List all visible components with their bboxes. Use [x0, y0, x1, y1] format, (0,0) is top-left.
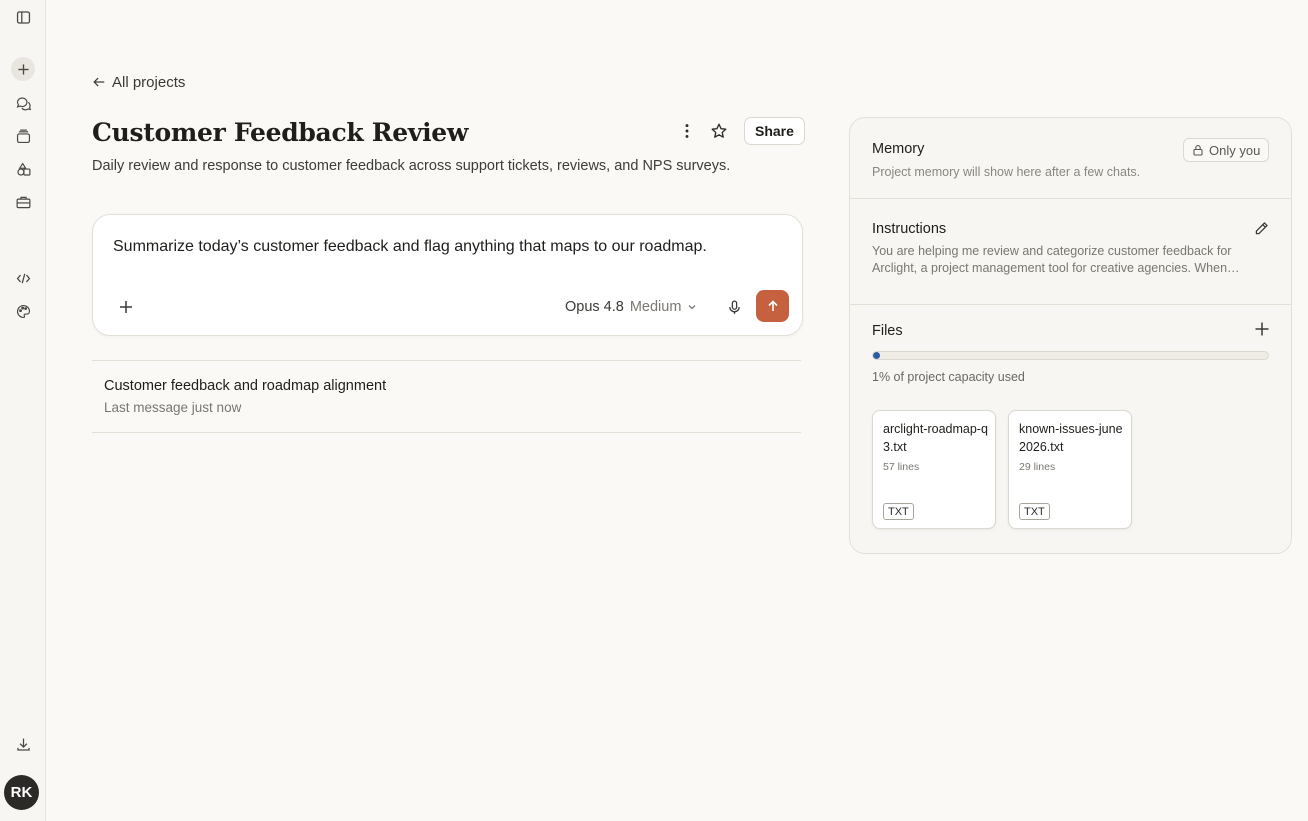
composer-input[interactable]: Summarize today’s customer feedback and …: [113, 238, 707, 256]
projects-icon[interactable]: [11, 124, 35, 148]
file-name: known-issues-june2026.txt: [1019, 422, 1123, 454]
chat-title: Customer feedback and roadmap alignment: [104, 378, 387, 394]
artifacts-icon[interactable]: [11, 157, 35, 181]
panel-toggle-icon[interactable]: [11, 5, 35, 29]
memory-title: Memory: [872, 141, 925, 157]
avatar[interactable]: RK: [4, 775, 39, 810]
toolbox-icon[interactable]: [11, 190, 35, 214]
project-knowledge-panel: Memory Only you Project memory will show…: [849, 117, 1292, 554]
model-selector[interactable]: Opus 4.8 Medium: [565, 297, 697, 317]
edit-pencil-icon[interactable]: [1253, 220, 1273, 240]
project-description: Daily review and response to customer fe…: [92, 158, 731, 174]
capacity-progress-fill: [873, 352, 880, 359]
download-icon[interactable]: [11, 732, 35, 756]
chat-last-message: Last message just now: [104, 400, 242, 415]
new-chat-icon[interactable]: [11, 57, 35, 81]
memory-section: Memory Only you Project memory will show…: [850, 118, 1291, 199]
microphone-icon[interactable]: [722, 295, 746, 319]
file-line-count: 29 lines: [1019, 461, 1056, 473]
memory-description: Project memory will show here after a fe…: [872, 165, 1141, 179]
code-icon[interactable]: [11, 266, 35, 290]
files-section: Files 1% of project capacity used arclig…: [850, 305, 1291, 555]
visibility-label: Only you: [1209, 142, 1261, 158]
all-projects-link[interactable]: All projects: [92, 73, 185, 91]
add-attachment-icon[interactable]: [114, 295, 138, 319]
model-name: Opus 4.8: [565, 299, 624, 315]
file-type-badge: TXT: [883, 503, 914, 520]
file-card[interactable]: known-issues-june2026.txt 29 lines TXT: [1008, 410, 1132, 529]
message-composer[interactable]: Summarize today’s customer feedback and …: [92, 214, 803, 336]
file-name: arclight-roadmap-q3.txt: [883, 422, 988, 454]
all-projects-label: All projects: [112, 73, 186, 91]
share-button[interactable]: Share: [744, 117, 805, 145]
model-effort: Medium: [629, 299, 682, 315]
sidebar: RK: [0, 0, 46, 821]
lock-icon: [1193, 145, 1203, 156]
palette-icon[interactable]: [11, 299, 35, 323]
page-title: Customer Feedback Review: [92, 118, 469, 147]
file-type-badge: TXT: [1019, 503, 1050, 520]
file-card[interactable]: arclight-roadmap-q3.txt 57 lines TXT: [872, 410, 996, 529]
add-file-icon[interactable]: [1254, 321, 1272, 339]
arrow-up-icon: [767, 300, 778, 311]
star-icon[interactable]: [708, 120, 730, 142]
chat-list-item[interactable]: Customer feedback and roadmap alignment …: [92, 360, 801, 433]
arrow-left-icon: [93, 77, 105, 87]
send-button[interactable]: [756, 290, 789, 322]
instructions-line-2: Arclight, a project management tool for …: [872, 261, 1240, 275]
title-actions: Share: [676, 117, 805, 145]
files-title: Files: [872, 323, 903, 339]
more-options-icon[interactable]: [676, 120, 698, 142]
file-line-count: 57 lines: [883, 461, 920, 473]
capacity-label: 1% of project capacity used: [872, 370, 1025, 384]
instructions-section[interactable]: Instructions You are helping me review a…: [850, 199, 1291, 305]
memory-visibility-badge[interactable]: Only you: [1183, 138, 1270, 162]
capacity-progress-bar: [872, 351, 1269, 360]
chats-icon[interactable]: [11, 91, 35, 115]
chevron-down-icon: [688, 305, 696, 310]
instructions-title: Instructions: [872, 221, 947, 237]
instructions-line-1: You are helping me review and categorize…: [872, 244, 1232, 258]
